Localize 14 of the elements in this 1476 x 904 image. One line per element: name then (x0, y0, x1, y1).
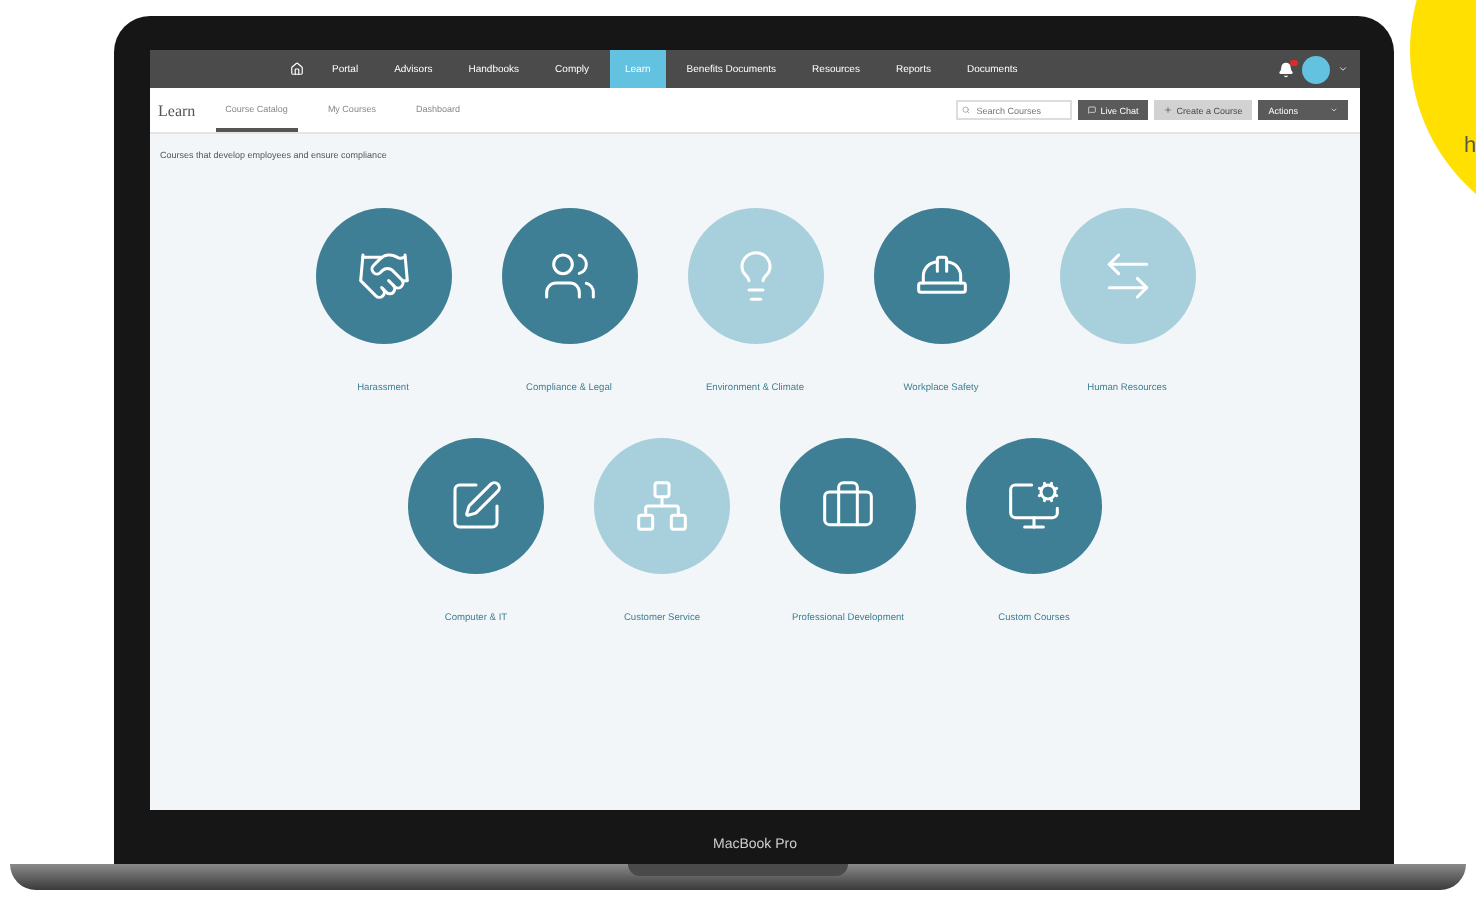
caret-icon[interactable] (1338, 64, 1348, 74)
handshake-icon (355, 248, 411, 304)
plus-icon (1164, 106, 1173, 114)
monitor-gear-icon (1006, 478, 1062, 534)
chat-icon (1088, 106, 1097, 114)
people-group-icon (541, 248, 597, 304)
bell-icon[interactable] (1278, 61, 1294, 77)
pen-square-icon (448, 478, 504, 534)
avatar[interactable] (1302, 55, 1330, 83)
org-chart-icon (634, 478, 690, 534)
corner-text: h (1464, 134, 1476, 158)
home-icon[interactable] (290, 62, 304, 76)
page-title: Learn (158, 101, 196, 119)
search-icon (962, 106, 971, 114)
